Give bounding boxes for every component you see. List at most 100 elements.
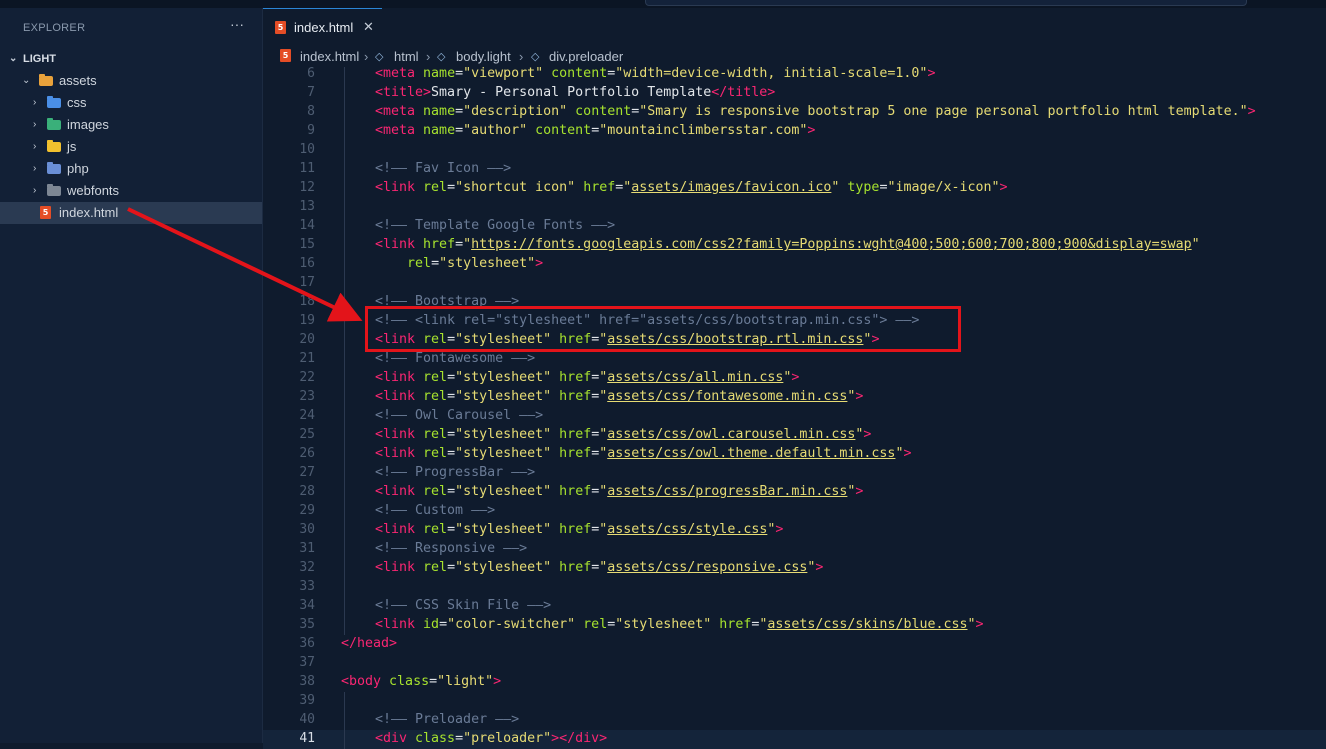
- code-token: >: [807, 123, 816, 138]
- chevron-right-icon: ›: [364, 49, 369, 64]
- tree-item-css[interactable]: › css: [0, 92, 262, 114]
- tree-item-assets[interactable]: ⌄ assets: [0, 70, 262, 92]
- breadcrumb-item[interactable]: html: [394, 49, 419, 64]
- line-number: 11: [299, 161, 315, 176]
- code-token: <link: [375, 617, 424, 632]
- element-icon: ◇: [375, 51, 384, 63]
- folder-css-icon: [47, 96, 61, 108]
- code-token: "viewport": [463, 66, 544, 81]
- code-line: </head>: [341, 636, 397, 651]
- close-icon[interactable]: ✕: [363, 19, 374, 35]
- command-center[interactable]: [645, 0, 1247, 6]
- more-actions-icon[interactable]: ···: [230, 16, 244, 32]
- code-token: <link: [375, 389, 424, 404]
- line-number: 9: [307, 123, 315, 138]
- code-token: =: [447, 446, 456, 461]
- code-token: assets/css/progressBar.min.css: [607, 484, 848, 499]
- line-number: 10: [299, 142, 315, 157]
- line-number: 32: [299, 560, 315, 575]
- chevron-right-icon: ›: [33, 119, 37, 130]
- indent-guide: [344, 692, 345, 749]
- breadcrumb-item[interactable]: body.light: [456, 49, 511, 64]
- code-token: <body: [341, 674, 390, 689]
- tree-item-php[interactable]: › php: [0, 158, 262, 180]
- code-token: =: [431, 256, 440, 271]
- highlight-box: [365, 306, 961, 352]
- code-token: "mountainclimbersstar.com": [599, 123, 808, 138]
- tree-item-label: js: [67, 139, 77, 154]
- code-token: <!—— ProgressBar ——>: [375, 465, 536, 480]
- code-token: <meta: [375, 66, 424, 81]
- code-token: =: [455, 123, 464, 138]
- code-editor[interactable]: 6 <meta name="viewport" content="width=de…: [263, 66, 1326, 749]
- code-line: <!—— Preloader ——>: [375, 712, 519, 727]
- code-token: >: [927, 66, 936, 81]
- code-token: <link: [375, 427, 424, 442]
- code-token: type: [839, 180, 880, 195]
- code-token: "shortcut icon": [455, 180, 576, 195]
- code-token: <link: [375, 237, 424, 252]
- code-token: =: [439, 617, 448, 632]
- code-token: =: [455, 731, 464, 746]
- code-token: >: [775, 522, 784, 537]
- tree-root[interactable]: ⌄ LIGHT: [0, 48, 262, 70]
- code-token: =: [447, 180, 456, 195]
- code-token: <!—— CSS Skin File ——>: [375, 598, 552, 613]
- tree-item-images[interactable]: › images: [0, 114, 262, 136]
- file-tree: ⌄ LIGHT ⌄ assets › css › images › js › p…: [0, 48, 262, 224]
- code-token: =: [447, 484, 456, 499]
- tab-label: index.html: [294, 20, 354, 35]
- code-token: "stylesheet": [455, 484, 552, 499]
- line-number: 28: [299, 484, 315, 499]
- code-token: <meta: [375, 104, 424, 119]
- tab-index-html[interactable]: 5 index.html ✕: [263, 8, 382, 46]
- line-number: 22: [299, 370, 315, 385]
- chevron-right-icon: ›: [33, 141, 37, 152]
- folder-assets-icon: [39, 74, 53, 86]
- tree-item-webfonts[interactable]: › webfonts: [0, 180, 262, 202]
- tree-item-label: css: [67, 95, 87, 110]
- code-line: <title>Smary - Personal Portfolio Templa…: [375, 85, 775, 100]
- code-token: <link: [375, 370, 424, 385]
- line-number: 7: [307, 85, 315, 100]
- code-token: <link: [375, 446, 424, 461]
- code-token: ": [463, 237, 472, 252]
- code-token: "author": [463, 123, 528, 138]
- code-token: "preloader": [463, 731, 552, 746]
- breadcrumb-item[interactable]: div.preloader: [549, 49, 623, 64]
- code-token: >: [791, 370, 800, 385]
- code-token: >: [493, 674, 502, 689]
- element-icon: ◇: [437, 51, 446, 63]
- code-line: <!—— Fav Icon ——>: [375, 161, 511, 176]
- code-token: >: [855, 389, 864, 404]
- code-token: <!—— Custom ——>: [375, 503, 496, 518]
- code-token: href: [551, 427, 592, 442]
- code-line: <body class="light">: [341, 674, 501, 689]
- code-token: href: [423, 237, 456, 252]
- line-number: 6: [307, 66, 315, 81]
- code-token: content: [567, 104, 632, 119]
- code-token: ></div>: [551, 731, 608, 746]
- folder-webfonts-icon: [47, 184, 61, 196]
- tree-item-index-html[interactable]: 5 index.html: [0, 202, 262, 224]
- tab-bar: 5 index.html ✕: [263, 8, 1326, 46]
- code-line: <!—— Fontawesome ——>: [375, 351, 535, 366]
- code-token: =: [447, 370, 456, 385]
- code-token: rel: [423, 389, 448, 404]
- line-number: 34: [299, 598, 315, 613]
- code-token: "stylesheet": [455, 560, 552, 575]
- line-number: 27: [299, 465, 315, 480]
- indent-guide: [344, 67, 345, 635]
- line-number: 21: [299, 351, 315, 366]
- line-number: 29: [299, 503, 315, 518]
- tree-item-js[interactable]: › js: [0, 136, 262, 158]
- code-token: id: [423, 617, 440, 632]
- code-token: assets/images/favicon.ico: [631, 180, 832, 195]
- code-line: <link rel="shortcut icon" href="assets/i…: [375, 180, 1008, 195]
- tree-item-label: images: [67, 117, 109, 132]
- chevron-right-icon: ›: [519, 49, 524, 64]
- code-token: >: [815, 560, 824, 575]
- breadcrumb-item[interactable]: index.html: [300, 49, 359, 64]
- code-token: "stylesheet": [615, 617, 712, 632]
- chevron-down-icon: ⌄: [22, 75, 31, 86]
